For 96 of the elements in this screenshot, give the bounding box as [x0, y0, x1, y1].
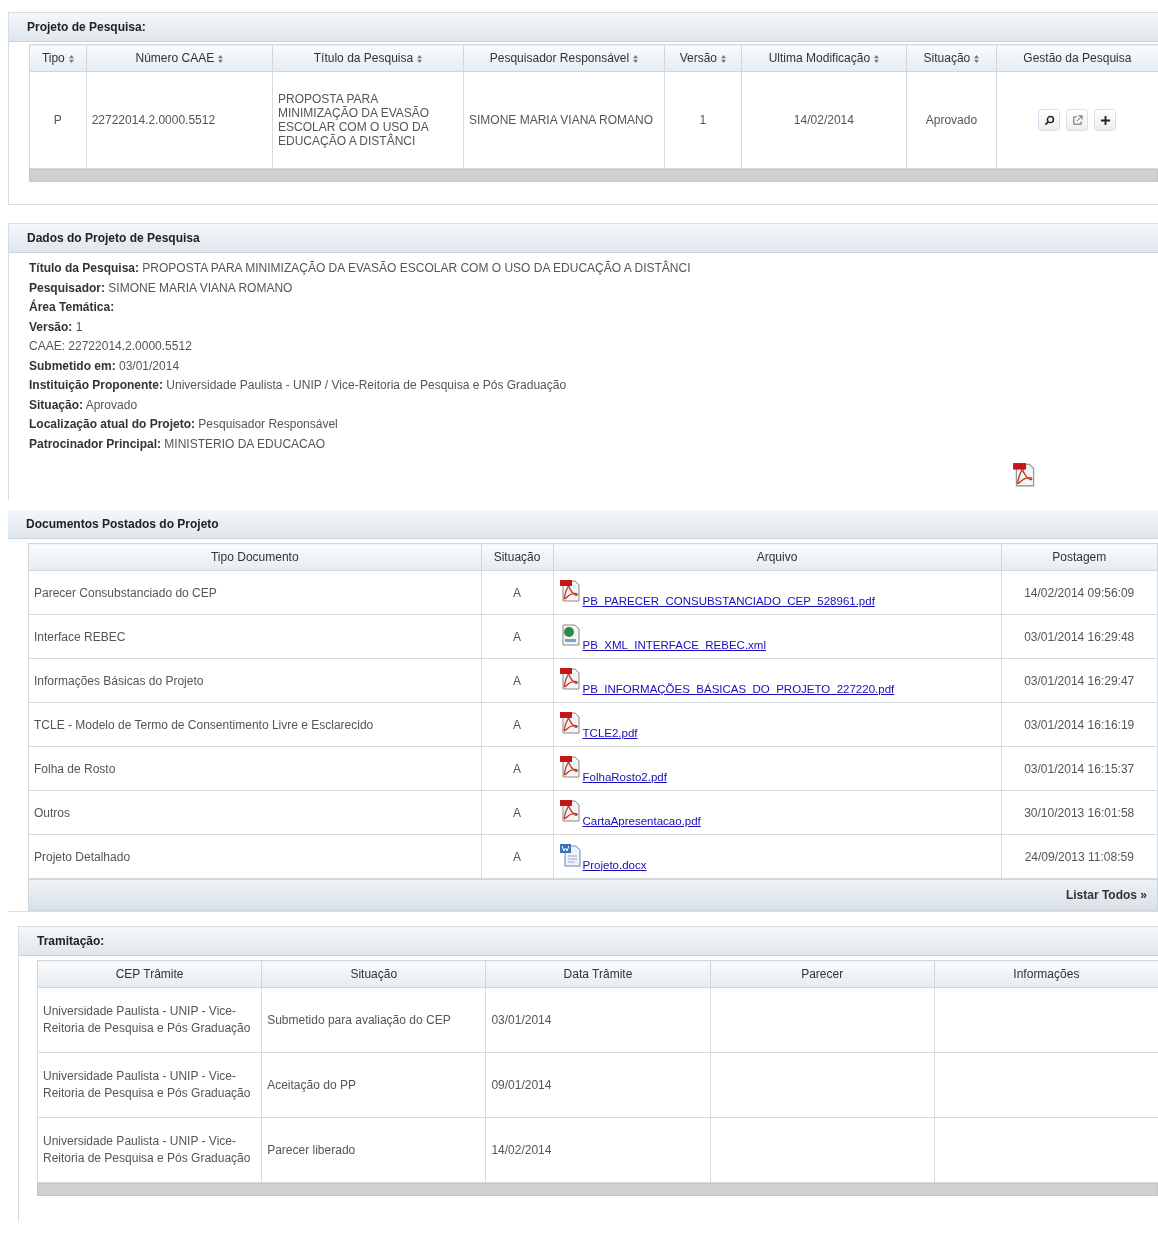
column-header: Gestão da Pesquisa	[996, 44, 1158, 72]
table-cell: A	[481, 570, 554, 615]
file-link[interactable]: FolhaRosto2.pdf	[582, 770, 667, 783]
table-cell: Universidade Paulista - UNIP - Vice-Reitoria de Pesquisa e Pós Graduação	[37, 1052, 262, 1118]
table-cell: TCLE - Modelo de Termo de Consentimento Livre e Esclarecido	[28, 702, 482, 747]
table-cell: A	[481, 790, 554, 835]
table-cell: P	[29, 71, 87, 169]
table-cell: Outros	[28, 790, 482, 835]
panel-title: Documentos Postados do Projeto	[26, 517, 219, 531]
detail-line: Situação: Aprovado	[29, 396, 139, 414]
external-link-button[interactable]	[1066, 109, 1089, 131]
table-cell: A	[481, 702, 554, 747]
sort-icon[interactable]	[417, 54, 423, 63]
pdf-file-icon	[558, 578, 583, 603]
table-cell: 03/01/2014 16:29:48	[1001, 614, 1158, 659]
table-cell: 14/02/2014 09:56:09	[1001, 570, 1158, 615]
detail-line: Patrocinador Principal: MINISTERIO DA EDUCACAO	[29, 435, 327, 453]
table-cell: 14/02/2014	[741, 71, 907, 169]
detail-line: Título da Pesquisa: PROPOSTA PARA MINIMIZAÇÃO DA EVASÃO ESCOLAR COM O USO DA EDUCAÇÃO A DISTÂNCI	[29, 259, 692, 277]
table-cell: 24/09/2013 11:08:59	[1001, 834, 1158, 879]
pdf-file-icon	[558, 666, 583, 691]
table-cell: 03/01/2014 16:15:37	[1001, 746, 1158, 791]
file-link[interactable]: Projeto.docx	[582, 858, 647, 871]
table-cell: 03/01/2014	[485, 987, 711, 1053]
file-link[interactable]: CartaApresentacao.pdf	[582, 814, 701, 827]
column-header: Tipo Documento	[28, 543, 482, 571]
table-cell: 09/01/2014	[485, 1052, 711, 1118]
table-cell: A	[481, 658, 554, 703]
table-cell: 03/01/2014 16:29:47	[1001, 658, 1158, 703]
table-cell: A	[481, 614, 554, 659]
sort-icon[interactable]	[874, 54, 880, 63]
scroll-bar[interactable]	[37, 1183, 1158, 1196]
column-header: Arquivo	[553, 543, 1001, 571]
table-cell: 30/10/2013 16:01:58	[1001, 790, 1158, 835]
column-header: Data Trâmite	[485, 960, 711, 988]
column-header[interactable]: Ultima Modificação	[741, 44, 907, 72]
column-header: Informações	[934, 960, 1158, 988]
file-link[interactable]: PB_XML_INTERFACE_REBEC.xml	[582, 638, 766, 651]
table-cell: 14/02/2014	[485, 1117, 711, 1183]
column-header[interactable]: Número CAAE	[86, 44, 273, 72]
list-all-link[interactable]: Listar Todos »	[1065, 888, 1147, 902]
column-header[interactable]: Versão	[664, 44, 742, 72]
sort-icon[interactable]	[218, 54, 224, 63]
table-cell: A	[481, 746, 554, 791]
panel-title: Projeto de Pesquisa:	[27, 20, 146, 34]
table-cell: Informações Básicas do Projeto	[28, 658, 482, 703]
table-cell: Interface REBEC	[28, 614, 482, 659]
sort-icon[interactable]	[974, 54, 980, 63]
table-cell: 22722014.2.0000.5512	[86, 71, 273, 169]
detail-line: CAAE: 22722014.2.0000.5512	[29, 338, 193, 355]
detail-line: Versão: 1	[29, 318, 84, 336]
table-cell: PROPOSTA PARA MINIMIZAÇÃO DA EVASÃO ESCOLAR COM O USO DA EDUCAÇÃO A DISTÂNCI	[272, 71, 464, 169]
sort-icon[interactable]	[68, 54, 74, 63]
table-cell: 03/01/2014 16:16:19	[1001, 702, 1158, 747]
file-link[interactable]: PB_PARECER_CONSUBSTANCIADO_CEP_528961.pdf	[582, 594, 875, 607]
column-header[interactable]: Título da Pesquisa	[272, 44, 464, 72]
search-button[interactable]	[1038, 109, 1061, 131]
file-link[interactable]: TCLE2.pdf	[582, 726, 638, 739]
detail-line: Pesquisador: SIMONE MARIA VIANA ROMANO	[29, 279, 294, 297]
document-file-icon	[558, 842, 583, 867]
pdf-file-icon	[558, 754, 583, 779]
panel-title: Dados do Projeto de Pesquisa	[27, 231, 200, 245]
column-header: Postagem	[1001, 543, 1158, 571]
sort-icon[interactable]	[721, 54, 726, 63]
column-header: Situação	[261, 960, 486, 988]
table-cell: Parecer Consubstanciado do CEP	[28, 570, 482, 615]
table-cell: SIMONE MARIA VIANA ROMANO	[463, 71, 665, 169]
table-cell: Parecer liberado	[261, 1117, 486, 1183]
detail-line: Submetido em: 03/01/2014	[29, 357, 181, 375]
detail-line: Área Temática:	[29, 298, 116, 316]
sort-icon[interactable]	[633, 54, 639, 63]
column-header: CEP Trâmite	[37, 960, 262, 988]
table-cell: Aprovado	[906, 71, 997, 169]
search-icon	[1043, 114, 1055, 126]
column-header[interactable]: Pesquisador Responsável	[463, 44, 665, 72]
plus-icon	[1099, 114, 1111, 126]
table-cell: Universidade Paulista - UNIP - Vice-Reitoria de Pesquisa e Pós Graduação	[37, 987, 262, 1053]
column-header: Parecer	[710, 960, 935, 988]
table-cell: 1	[664, 71, 742, 169]
pdf-file-icon	[558, 798, 583, 823]
scroll-bar[interactable]	[29, 169, 1158, 182]
pdf-file-icon	[558, 710, 583, 735]
external-link-icon	[1071, 114, 1083, 126]
table-cell: Aceitação do PP	[261, 1052, 486, 1118]
panel-title: Tramitação:	[37, 934, 105, 948]
add-button[interactable]	[1094, 109, 1117, 131]
table-cell: Universidade Paulista - UNIP - Vice-Reitoria de Pesquisa e Pós Graduação	[37, 1117, 262, 1183]
table-cell: A	[481, 834, 554, 879]
table-cell: Projeto Detalhado	[28, 834, 482, 879]
detail-line: Localização atual do Projeto: Pesquisador Responsável	[29, 416, 339, 433]
detail-line: Instituição Proponente: Universidade Paulista - UNIP / Vice-Reitoria de Pesquisa e Pós Graduação	[29, 377, 568, 394]
column-header[interactable]: Situação	[906, 44, 997, 72]
table-cell: Submetido para avaliação do CEP	[261, 987, 486, 1053]
column-header: Situação	[481, 543, 554, 571]
table-cell: Folha de Rosto	[28, 746, 482, 791]
column-header[interactable]: Tipo	[29, 44, 87, 72]
